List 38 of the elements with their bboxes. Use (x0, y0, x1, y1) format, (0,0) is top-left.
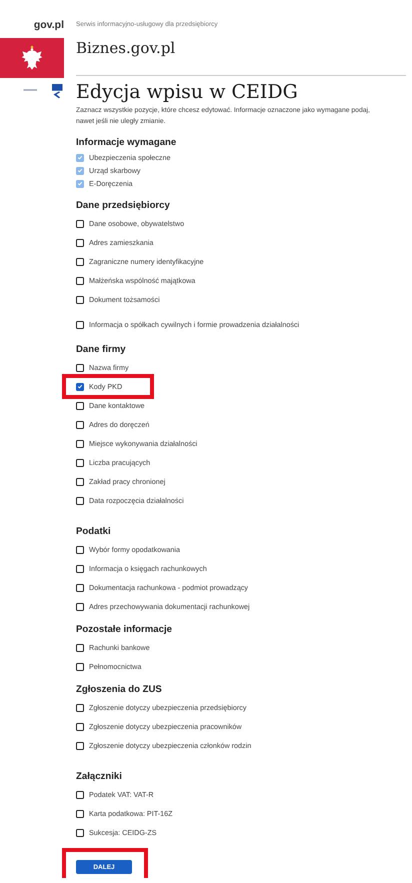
site-name[interactable]: Biznes.gov.pl (76, 39, 406, 57)
checkbox[interactable] (76, 828, 84, 836)
checkbox[interactable] (76, 790, 84, 798)
checkbox[interactable] (76, 458, 84, 466)
checkbox[interactable] (76, 602, 84, 610)
checkbox[interactable] (76, 320, 84, 328)
checkbox[interactable] (76, 258, 84, 266)
section-heading: Dane przedsiębiorcy (76, 200, 171, 211)
checkbox[interactable] (76, 238, 84, 246)
checkbox[interactable] (76, 742, 84, 750)
checkbox[interactable] (76, 810, 84, 818)
checkbox[interactable] (76, 440, 84, 448)
checkbox[interactable] (76, 662, 84, 670)
checkbox[interactable] (76, 722, 84, 730)
checkbox[interactable] (76, 644, 84, 652)
checkbox[interactable] (76, 420, 84, 428)
section-heading: Pozostałe informacje (76, 624, 173, 635)
checkbox[interactable] (76, 364, 84, 372)
checkbox[interactable] (76, 276, 84, 284)
eagle-icon (21, 45, 43, 71)
checkbox[interactable] (76, 296, 84, 304)
page-title: Edycja wpisu w CEIDG (76, 81, 299, 103)
checkbox[interactable] (76, 382, 84, 390)
checkbox[interactable] (76, 584, 84, 592)
checkbox[interactable] (76, 220, 84, 228)
checkbox[interactable] (76, 496, 84, 504)
gov-logo-text[interactable]: gov.pl (34, 19, 64, 38)
checkbox[interactable] (76, 402, 84, 410)
checkbox[interactable] (76, 546, 84, 554)
checkbox[interactable] (76, 478, 84, 486)
checkbox[interactable] (76, 704, 84, 712)
section-heading: Załączniki (76, 771, 123, 782)
section-heading: Informacje wymagane (76, 137, 178, 148)
section-heading: Zgłoszenia do ZUS (76, 684, 163, 695)
checkbox[interactable] (76, 564, 84, 572)
eu-funds-logo-icon (22, 84, 64, 99)
section-heading: Dane firmy (76, 344, 127, 355)
section-heading: Podatki (76, 526, 112, 537)
